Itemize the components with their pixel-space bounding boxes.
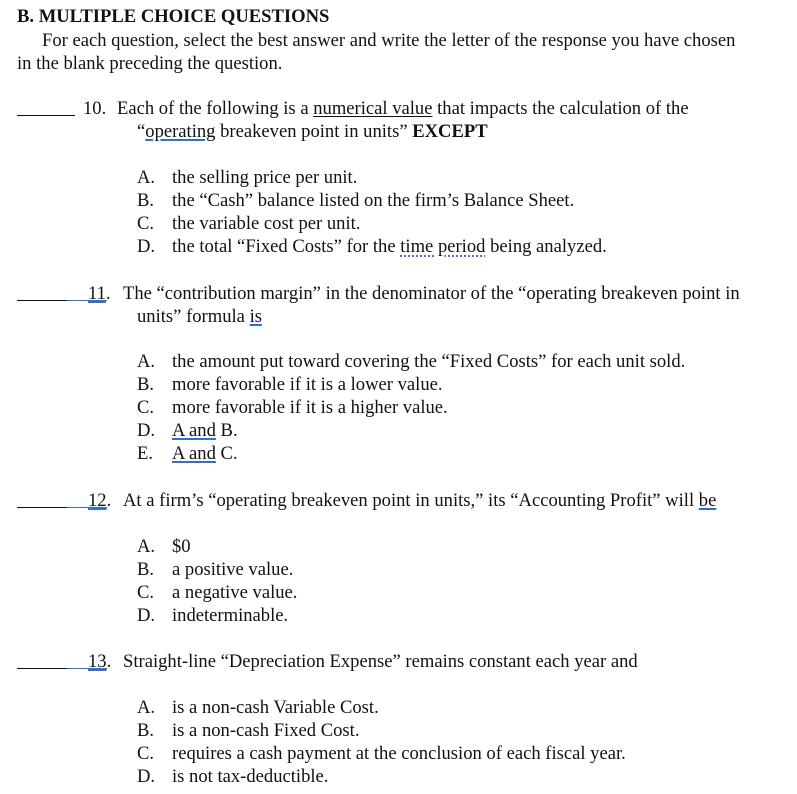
question-text-line-2: units” formula is <box>137 306 262 327</box>
option-d: D. A and B. <box>137 420 238 441</box>
option-b: B. is a non-cash Fixed Cost. <box>137 720 360 741</box>
answer-blank-10[interactable] <box>17 99 75 116</box>
option-c: C. requires a cash payment at the conclus… <box>137 743 626 764</box>
instructions-line-1: For each question, select the best answe… <box>42 30 736 51</box>
option-a: A. the selling price per unit. <box>137 167 358 188</box>
question-number: 11. <box>88 283 111 304</box>
option-b: B. a positive value. <box>137 559 294 580</box>
option-a: A. $0 <box>137 536 191 557</box>
option-d: D. indeterminable. <box>137 605 289 626</box>
option-c: C. the variable cost per unit. <box>137 213 361 234</box>
option-d: D. the total “Fixed Costs” for the time p… <box>137 236 607 257</box>
question-number: 10. <box>83 98 107 119</box>
question-text-line-2: “operating breakeven point in units” EXC… <box>137 121 488 142</box>
option-e: E. A and C. <box>137 443 238 464</box>
option-a: A. is a non-cash Variable Cost. <box>137 697 379 718</box>
question-text-line-1: Straight-line “Depreciation Expense” rem… <box>123 651 638 672</box>
question-text-line-1: The “contribution margin” in the denomin… <box>123 283 740 304</box>
question-number: 13. <box>88 651 112 672</box>
section-heading: B. MULTIPLE CHOICE QUESTIONS <box>17 6 330 27</box>
question-number: 12. <box>88 490 112 511</box>
option-b: B. the “Cash” balance listed on the firm’… <box>137 190 575 211</box>
instructions-line-2: in the blank preceding the question. <box>17 53 283 74</box>
option-b: B. more favorable if it is a lower value. <box>137 374 443 395</box>
option-a: A. the amount put toward covering the “Fi… <box>137 351 686 372</box>
option-c: C. a negative value. <box>137 582 298 603</box>
question-text-line-1: Each of the following is a numerical val… <box>117 98 689 119</box>
option-c: C. more favorable if it is a higher value… <box>137 397 448 418</box>
question-text-line-1: At a firm’s “operating breakeven point i… <box>123 490 717 511</box>
option-d: D. is not tax-deductible. <box>137 766 329 787</box>
